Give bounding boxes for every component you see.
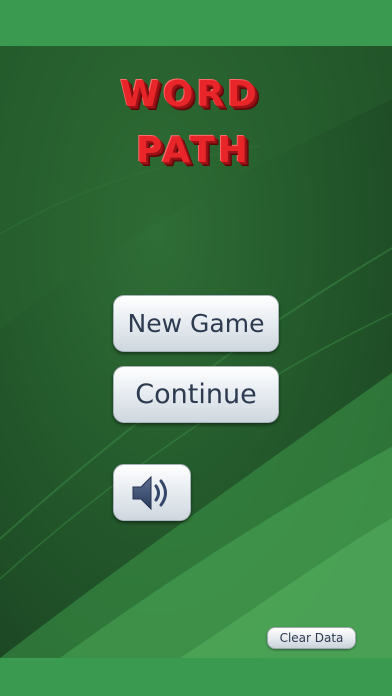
logo-title-line1: WORD — [120, 74, 260, 115]
speaker-volume-icon — [129, 473, 175, 513]
clear-data-button[interactable]: Clear Data — [267, 627, 356, 649]
bottom-bar — [0, 658, 392, 696]
game-logo: WORD PATH — [0, 70, 392, 171]
game-screen: WORD PATH New Game Continue Clear Data — [0, 0, 392, 696]
sound-toggle-button[interactable] — [113, 464, 191, 521]
top-bar — [0, 0, 392, 46]
logo-title-line2: PATH — [136, 130, 251, 171]
continue-button[interactable]: Continue — [113, 366, 279, 423]
new-game-button[interactable]: New Game — [113, 295, 279, 352]
